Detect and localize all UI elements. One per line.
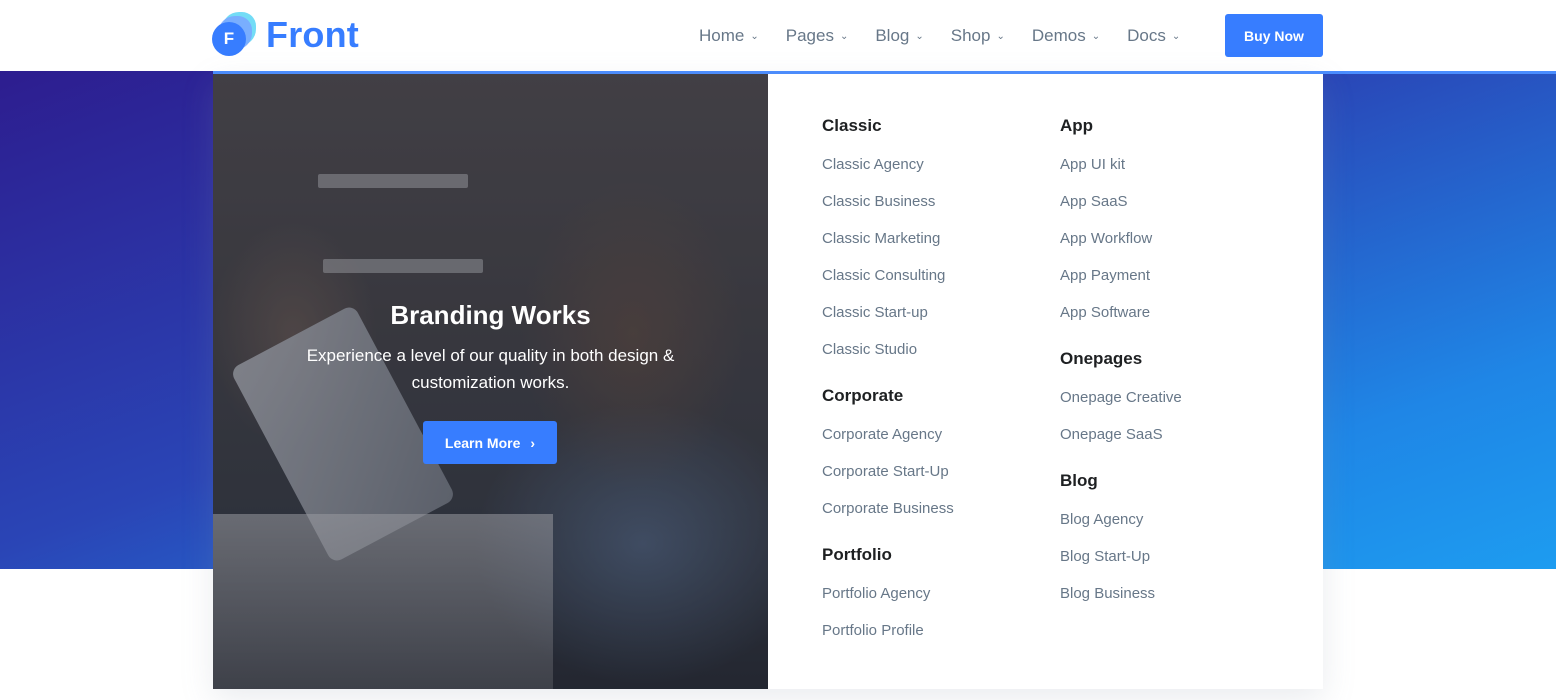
chevron-down-icon: ⌄ — [750, 31, 759, 42]
chevron-down-icon: ⌄ — [839, 31, 849, 42]
chevron-down-icon: ⌄ — [996, 31, 1005, 42]
learn-more-button[interactable]: Learn More › — [423, 421, 557, 464]
menu-link[interactable]: Portfolio Agency — [822, 585, 930, 602]
menu-link[interactable]: Corporate Business — [822, 500, 954, 517]
promo-banner: Branding Works Experience a level of our… — [213, 74, 768, 689]
nav-item-shop[interactable]: Shop ⌄ — [951, 26, 1005, 46]
menu-link[interactable]: Corporate Agency — [822, 426, 942, 443]
chevron-down-icon: ⌄ — [915, 31, 924, 42]
menu-link[interactable]: App Workflow — [1060, 230, 1152, 247]
chevron-down-icon: ⌄ — [1171, 31, 1181, 42]
menu-link[interactable]: App SaaS — [1060, 193, 1128, 210]
menu-link[interactable]: App UI kit — [1060, 156, 1125, 173]
menu-heading-classic: Classic — [822, 116, 882, 135]
promo-title: Branding Works — [390, 300, 591, 330]
nav-item-pages[interactable]: Pages ⌄ — [786, 26, 849, 46]
brand-logo[interactable]: F Front — [212, 12, 359, 58]
nav-item-blog[interactable]: Blog ⌄ — [875, 26, 923, 46]
chevron-down-icon: ⌄ — [1091, 31, 1101, 42]
nav-item-demos[interactable]: Demos ⌄ — [1032, 26, 1100, 46]
menu-link[interactable]: Blog Agency — [1060, 511, 1143, 528]
menu-heading-app: App — [1060, 116, 1094, 135]
learn-more-label: Learn More — [444, 434, 521, 451]
nav-item-label: Docs — [1127, 25, 1166, 45]
nav-item-home[interactable]: Home ⌄ — [699, 26, 759, 46]
brand-name: Front — [266, 14, 359, 55]
buy-now-button[interactable]: Buy Now — [1225, 14, 1323, 57]
nav-item-label: Blog — [875, 25, 910, 45]
nav-item-label: Demos — [1031, 25, 1086, 45]
menu-heading-onepages: Onepages — [1060, 349, 1143, 368]
menu-heading-blog: Blog — [1060, 471, 1098, 490]
nav-item-label: Shop — [950, 25, 991, 45]
menu-link[interactable]: Blog Business — [1060, 585, 1155, 602]
menu-link[interactable]: Onepage Creative — [1060, 389, 1182, 406]
menu-link[interactable]: Corporate Start-Up — [822, 463, 949, 480]
nav-item-docs[interactable]: Docs ⌄ — [1127, 26, 1180, 46]
main-navigation: Home ⌄ Pages ⌄ Blog ⌄ Shop ⌄ Demos ⌄ Docs ⌄ — [699, 0, 1207, 71]
logo-icon: F — [212, 12, 258, 58]
menu-link[interactable]: Classic Marketing — [822, 230, 940, 247]
menu-link[interactable]: Classic Studio — [822, 341, 917, 358]
menu-heading-corporate: Corporate — [822, 386, 904, 405]
promo-description: Experience a level of our quality in bot… — [306, 346, 675, 392]
menu-link[interactable]: Onepage SaaS — [1060, 426, 1163, 443]
site-header: F Front Home ⌄ Pages ⌄ Blog ⌄ Shop ⌄ Demos ⌄ … — [0, 0, 1556, 71]
menu-link[interactable]: Classic Agency — [822, 156, 924, 173]
menu-link[interactable]: App Software — [1060, 304, 1150, 321]
menu-link[interactable]: Classic Consulting — [822, 267, 945, 284]
logo-letter: F — [212, 22, 246, 56]
nav-item-label: Home — [699, 25, 745, 45]
menu-link[interactable]: Classic Business — [822, 193, 935, 210]
menu-link[interactable]: Blog Start-Up — [1060, 548, 1150, 565]
menu-link[interactable]: Classic Start-up — [822, 304, 928, 321]
menu-heading-portfolio: Portfolio — [822, 545, 892, 564]
menu-link[interactable]: Portfolio Profile — [822, 622, 924, 639]
demos-mega-menu: Branding Works Experience a level of our… — [213, 74, 1323, 689]
menu-link[interactable]: App Payment — [1060, 267, 1150, 284]
nav-item-label: Pages — [785, 25, 834, 45]
chevron-right-icon: › — [530, 434, 536, 451]
